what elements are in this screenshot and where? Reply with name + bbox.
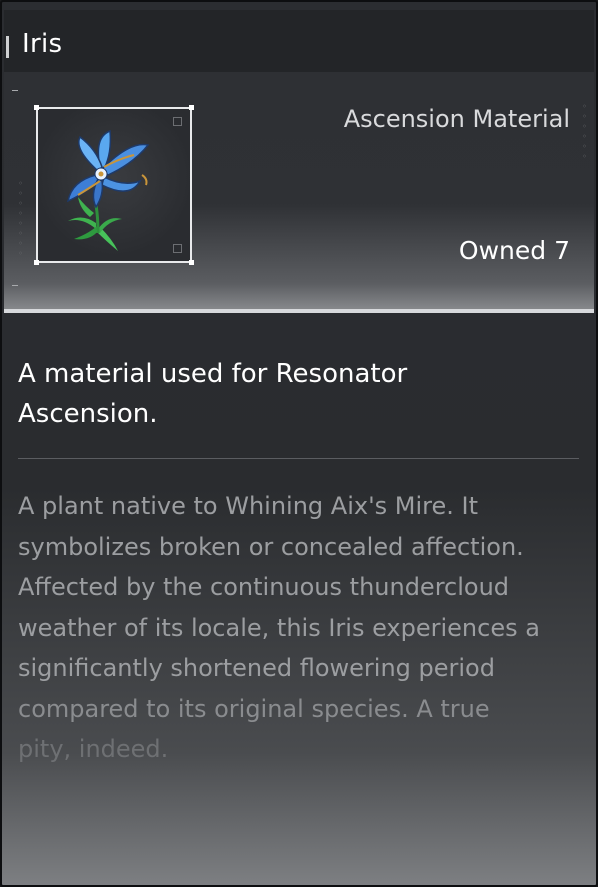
summary-line: A material used for Resonator [18, 359, 408, 389]
edge-mark [12, 90, 18, 91]
item-title: Iris [22, 29, 63, 59]
decorative-side-text: ◦◦◦◦◦◦◦◦ [16, 177, 25, 257]
description-line: Affected by the continuous thundercloud [18, 573, 510, 601]
description-line: pity, indeed. [18, 735, 169, 763]
description-line: A plant native to Whining Aix's Mire. It [18, 492, 479, 520]
frame-corner-dot [34, 260, 39, 265]
frame-corner-dot [189, 260, 194, 265]
item-description: A plant native to Whining Aix's Mire. It… [18, 486, 588, 770]
item-icon-frame[interactable] [36, 107, 192, 263]
item-summary: A material used for Resonator Ascension. [18, 354, 558, 434]
title-accent-bar [6, 36, 9, 58]
description-line: compared to its original species. A true [18, 694, 490, 723]
iris-flower-icon [66, 129, 150, 251]
title-bar [4, 10, 594, 72]
frame-corner-dot [189, 105, 194, 110]
item-detail-panel: Iris ◦◦◦◦◦◦◦◦ ◦◦◦◦◦◦ Ascension Material … [0, 0, 598, 887]
section-divider [18, 458, 579, 459]
summary-line: Ascension. [18, 399, 158, 429]
frame-corner-dot [34, 105, 39, 110]
edge-mark [12, 285, 18, 286]
description-line: significantly shortened flowering period [18, 654, 495, 682]
description-line: weather of its locale, this Iris experie… [18, 613, 540, 642]
decorative-side-text: ◦◦◦◦◦◦ [580, 102, 589, 162]
item-type-label: Ascension Material [343, 105, 570, 133]
item-header-divider [4, 309, 594, 313]
description-line: symbolizes broken or concealed affection… [18, 532, 524, 561]
owned-count: Owned 7 [458, 236, 570, 265]
